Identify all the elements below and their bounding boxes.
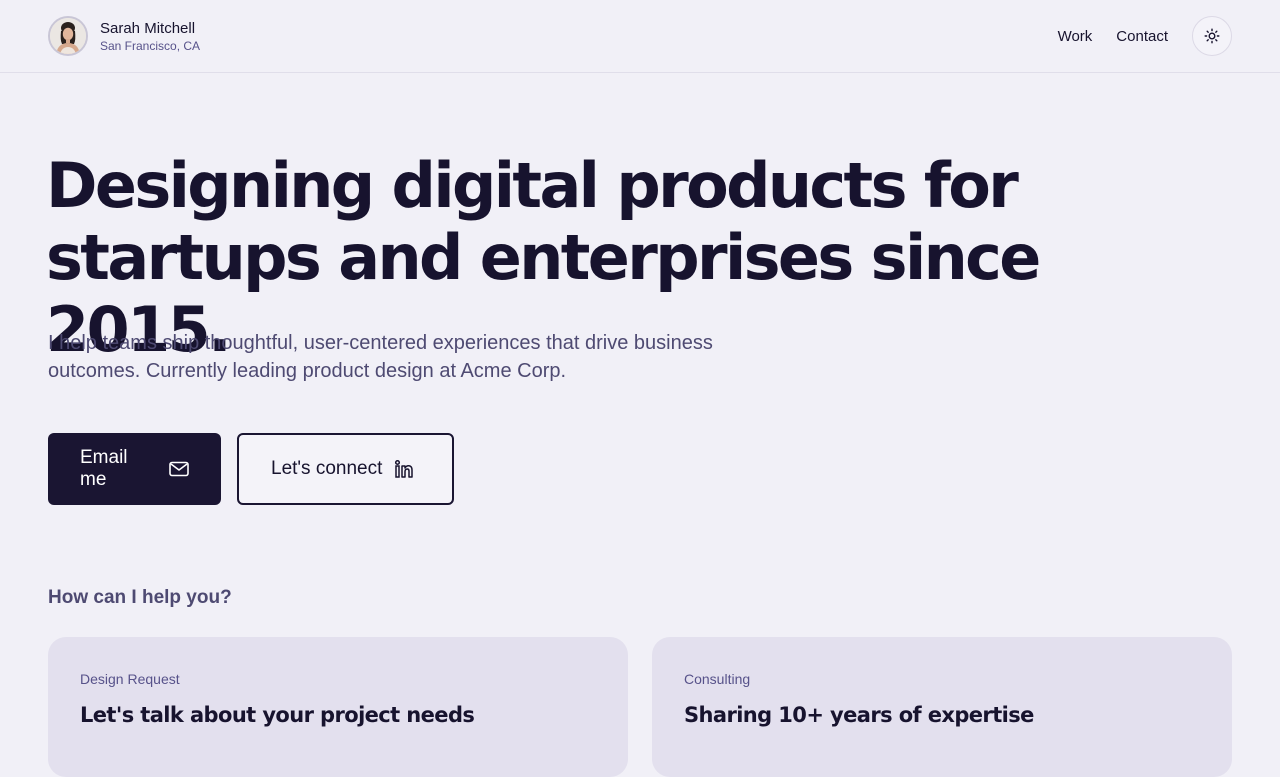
- card-title: Let's talk about your project needs: [80, 703, 475, 727]
- nav-link-work[interactable]: Work: [1058, 28, 1093, 45]
- email-me-label: Email me: [80, 447, 128, 490]
- linkedin-icon: [394, 459, 414, 479]
- services-heading: How can I help you?: [48, 587, 232, 608]
- lets-connect-label: Let's connect: [271, 458, 383, 479]
- theme-toggle-button[interactable]: [1192, 16, 1232, 56]
- email-me-button[interactable]: Email me: [48, 433, 221, 505]
- lets-connect-button[interactable]: Let's connect: [237, 433, 454, 505]
- sun-icon: [1204, 28, 1220, 44]
- card-tag: Consulting: [684, 671, 751, 687]
- cta-buttons: Email me Let's connect: [48, 433, 454, 505]
- nav-link-contact[interactable]: Contact: [1116, 28, 1168, 45]
- site-header: Sarah Mitchell San Francisco, CA Work Co…: [0, 0, 1280, 73]
- avatar-portrait-icon: [50, 18, 86, 54]
- service-card-design-request[interactable]: Design Request Let's talk about your pro…: [48, 637, 628, 777]
- mail-icon: [169, 461, 189, 477]
- profile-location: San Francisco, CA: [100, 39, 201, 53]
- hero-subtitle: I help teams ship thoughtful, user-cente…: [48, 332, 713, 382]
- avatar: [48, 16, 88, 56]
- service-card-consulting[interactable]: Consulting Sharing 10+ years of expertis…: [652, 637, 1232, 777]
- main-nav: Work Contact: [1058, 16, 1232, 56]
- card-title: Sharing 10+ years of expertise: [684, 703, 1034, 727]
- card-tag: Design Request: [80, 671, 180, 687]
- profile[interactable]: Sarah Mitchell San Francisco, CA: [48, 16, 200, 56]
- profile-name: Sarah Mitchell: [100, 20, 196, 37]
